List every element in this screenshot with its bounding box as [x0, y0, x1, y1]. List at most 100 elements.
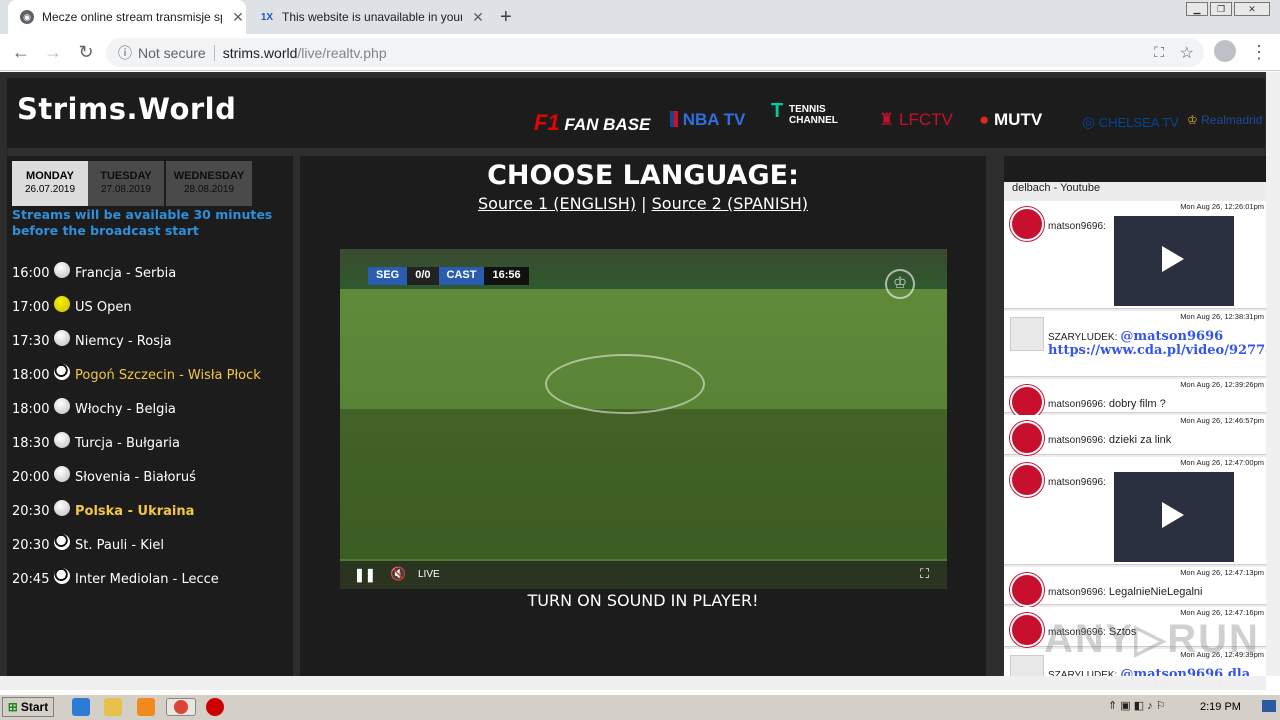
start-button[interactable]: ⊞ Start — [2, 697, 54, 717]
close-window-button[interactable]: ✕ — [1234, 2, 1270, 16]
video-thumbnail[interactable] — [1114, 472, 1234, 562]
star-icon[interactable]: ☆ — [1180, 43, 1194, 63]
translate-icon[interactable]: ⛶ — [1154, 44, 1164, 61]
mute-icon[interactable]: 🔇 — [390, 566, 406, 582]
message-user[interactable]: matson9696: — [1048, 221, 1106, 232]
message-user[interactable]: matson9696: — [1048, 435, 1106, 446]
back-button[interactable]: ← — [10, 42, 32, 63]
bayern-avatar[interactable] — [1010, 613, 1044, 647]
tab-title: Mecze online stream transmisje sport — [42, 10, 222, 24]
match-name: Niemcy - Rosja — [75, 334, 172, 349]
user-avatar[interactable] — [1010, 655, 1044, 676]
brand-label: NBA TV — [682, 110, 746, 129]
message-user[interactable]: matson9696: — [1048, 587, 1106, 598]
day-name: TUESDAY — [100, 170, 152, 182]
vertical-scrollbar[interactable] — [1266, 72, 1280, 676]
info-icon[interactable]: ⓘ — [118, 43, 132, 63]
lfctv-link[interactable]: ♜ LFCTV — [879, 110, 953, 130]
user-avatar[interactable] — [1010, 317, 1044, 351]
match-time: 18:30 — [12, 436, 50, 451]
mutv-link[interactable]: ● MUTV — [979, 110, 1042, 130]
source-2-link[interactable]: Source 2 (SPANISH) — [652, 194, 808, 213]
f1-fanbase-link[interactable]: F1 FAN BASE — [534, 110, 650, 136]
match-row[interactable]: 18:00 Włochy - Belgia — [12, 398, 292, 420]
windows-logo-icon: ⊞ — [7, 700, 18, 714]
day-date: 28.08.2019 — [183, 184, 235, 195]
fullscreen-icon[interactable]: ⛶ — [920, 566, 929, 582]
tab-strip: ◉ Mecze online stream transmisje sport ✕… — [0, 0, 1280, 34]
maximize-button[interactable]: ❐ — [1210, 2, 1232, 16]
message-time: Mon Aug 26, 12:46:57pm — [1180, 416, 1264, 425]
nba-tv-link[interactable]: NBA TV — [670, 110, 745, 130]
day-tab-monday[interactable]: MONDAY 26.07.2019 — [12, 161, 88, 206]
media-player-icon[interactable] — [137, 698, 155, 716]
explorer-icon[interactable] — [104, 698, 122, 716]
message-time: Mon Aug 26, 12:39:26pm — [1180, 380, 1264, 389]
match-row[interactable]: 18:00 Pogoń Szczecin - Wisła Płock — [12, 364, 292, 386]
bayern-avatar[interactable] — [1010, 463, 1044, 497]
forward-button[interactable]: → — [42, 42, 64, 63]
message-body: SZARYLUDEK: @matson9696 https://www.cda.… — [1048, 330, 1266, 358]
chrome-taskbar-button[interactable] — [166, 698, 196, 716]
bayern-avatar[interactable] — [1010, 207, 1044, 241]
tab-strims[interactable]: ◉ Mecze online stream transmisje sport ✕ — [8, 0, 246, 34]
site-logo[interactable]: Strims.World — [17, 92, 236, 126]
match-row[interactable]: 20:00 Słovenia - Białoruś — [12, 466, 292, 488]
new-tab-button[interactable]: + — [500, 6, 512, 29]
match-time: 17:30 — [12, 334, 50, 349]
f1-logo-icon: F1 — [534, 110, 560, 135]
match-clock: 16:56 — [484, 267, 529, 285]
tab-title: This website is unavailable in your co — [282, 10, 462, 24]
match-row[interactable]: 17:00 US Open — [12, 296, 292, 318]
match-name: US Open — [75, 300, 132, 315]
video-player[interactable]: SEG 0/0 CAST 16:56 ♔ ❚❚ 🔇 LIVE ⛶ — [340, 249, 947, 589]
tab-1x[interactable]: 1X This website is unavailable in your c… — [248, 0, 486, 34]
chat-message: Mon Aug 26, 12:38:31pm SZARYLUDEK: @matso… — [1004, 311, 1266, 377]
tray-icons[interactable]: ⇑ ▣ ◧ ♪ ⚐ — [1108, 699, 1166, 712]
video-thumbnail[interactable] — [1114, 216, 1234, 306]
chat-message: Mon Aug 26, 12:26:01pm matson9696: — [1004, 201, 1266, 309]
match-row[interactable]: 20:30 St. Pauli - Kiel — [12, 534, 292, 556]
bayern-avatar[interactable] — [1010, 385, 1044, 419]
divider — [213, 44, 215, 61]
play-icon[interactable] — [1162, 246, 1184, 272]
day-tab-tuesday[interactable]: TUESDAY 27.08.2019 — [88, 161, 164, 206]
play-icon[interactable] — [1162, 502, 1184, 528]
message-text[interactable]: @matson9696 dla — [1120, 667, 1250, 676]
message-user[interactable]: SZARYLUDEK: — [1048, 332, 1117, 343]
match-name: Pogoń Szczecin - Wisła Płock — [75, 368, 261, 383]
match-row[interactable]: 18:30 Turcja - Bułgaria — [12, 432, 292, 454]
realmadrid-link[interactable]: ♔ Realmadrid — [1187, 113, 1262, 127]
pause-icon[interactable]: ❚❚ — [354, 567, 376, 583]
profile-avatar[interactable] — [1214, 40, 1236, 62]
score: 0/0 — [407, 267, 439, 285]
show-desktop-icon[interactable] — [1262, 700, 1276, 712]
chat-header — [1004, 156, 1266, 182]
start-label: Start — [20, 700, 49, 714]
message-user[interactable]: matson9696: — [1048, 477, 1106, 488]
address-bar[interactable]: ⓘ Not secure strims.world/live/realtv.ph… — [106, 38, 1204, 67]
match-row[interactable]: 16:00 Francja - Serbia — [12, 262, 292, 284]
chat-panel: delbach - Youtube Mon Aug 26, 12:26:01pm… — [1004, 156, 1266, 676]
message-user[interactable]: matson9696: — [1048, 399, 1106, 410]
day-tab-wednesday[interactable]: WEDNESDAY 28.08.2019 — [166, 161, 252, 206]
close-icon[interactable]: ✕ — [230, 9, 246, 26]
match-time: 16:00 — [12, 266, 50, 281]
chat-message: Mon Aug 26, 12:47:13pm matson9696: Legaln… — [1004, 567, 1266, 607]
ie-icon[interactable] — [72, 698, 90, 716]
match-row[interactable]: 20:30 Polska - Ukraina — [12, 500, 292, 522]
horizontal-scrollbar[interactable] — [0, 676, 1266, 690]
chelsea-tv-link[interactable]: ◎ CHELSEA TV — [1082, 113, 1179, 131]
menu-icon[interactable]: ⋮ — [1248, 42, 1270, 63]
bayern-avatar[interactable] — [1010, 421, 1044, 455]
reload-button[interactable]: ↻ — [75, 42, 97, 63]
match-row[interactable]: 17:30 Niemcy - Rosja — [12, 330, 292, 352]
match-row[interactable]: 20:45 Inter Mediolan - Lecce — [12, 568, 292, 590]
day-date: 26.07.2019 — [24, 184, 76, 195]
minimize-button[interactable]: ▁ — [1186, 2, 1208, 16]
source-1-link[interactable]: Source 1 (ENGLISH) — [478, 194, 636, 213]
match-time: 17:00 — [12, 300, 50, 315]
bayern-avatar[interactable] — [1010, 573, 1044, 607]
close-icon[interactable]: ✕ — [470, 9, 486, 26]
alert-icon[interactable] — [206, 698, 224, 716]
